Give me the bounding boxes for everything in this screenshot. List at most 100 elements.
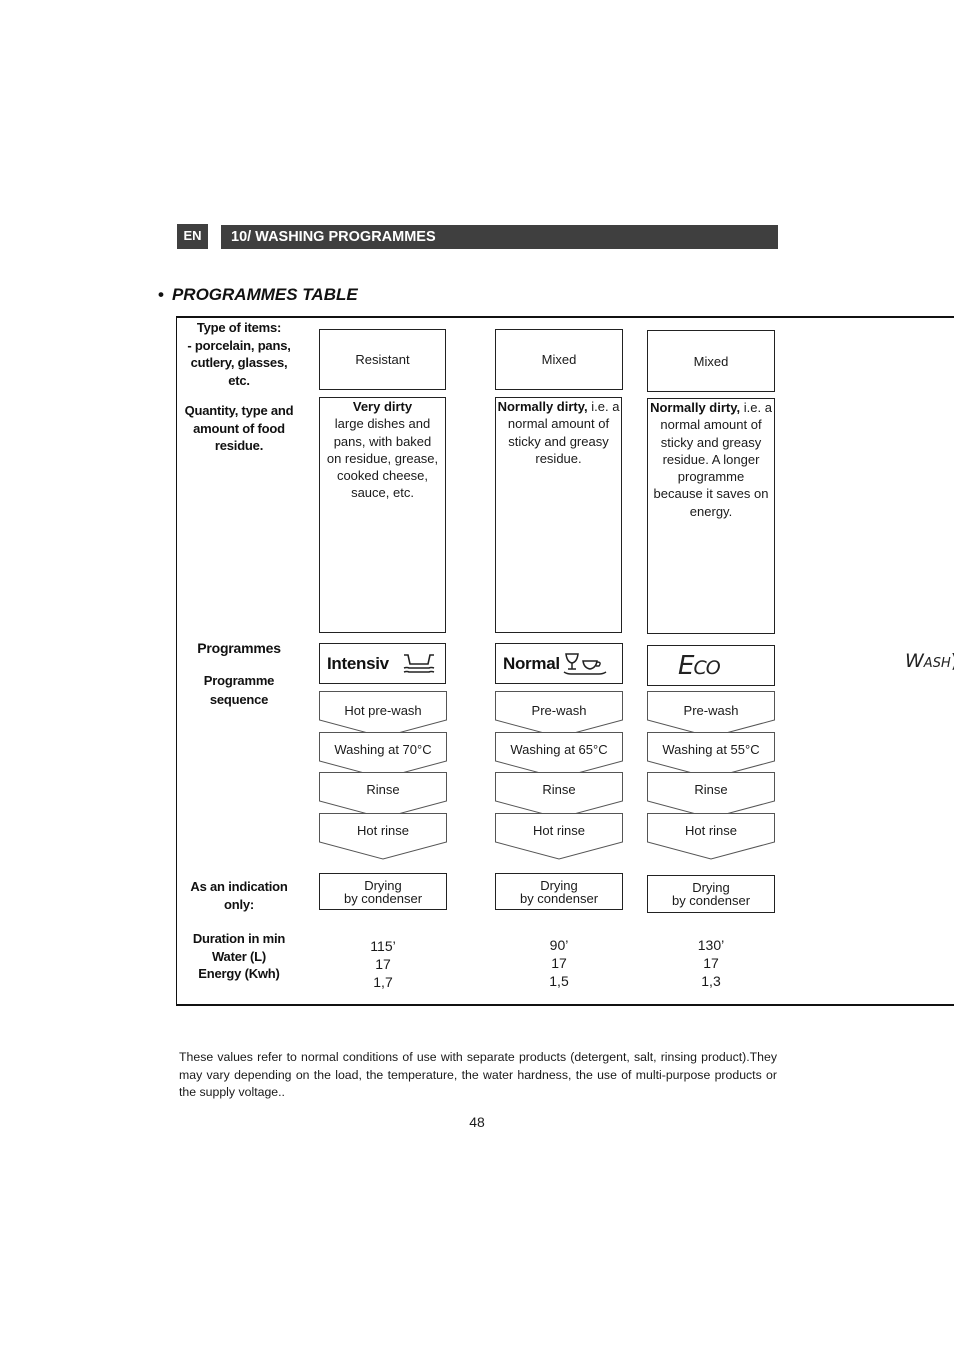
water-value: 17 xyxy=(551,955,567,971)
step-label: Washing at 65°C xyxy=(510,742,608,757)
energy-value: 1,5 xyxy=(549,973,569,989)
desc-line: sauce, etc. xyxy=(351,485,414,501)
label-line: only: xyxy=(223,896,255,912)
label-line: sequence xyxy=(209,692,269,707)
drying-line: Drying xyxy=(364,877,402,893)
water-value: 17 xyxy=(375,956,391,972)
duration-value: 130’ xyxy=(697,937,725,953)
label-quantity: Quantity, type and amount of food residu… xyxy=(176,402,302,455)
label-line: Quantity, type and xyxy=(184,403,294,418)
label-duration: Duration in min xyxy=(192,931,286,946)
table-title: • PROGRAMMES TABLE xyxy=(158,285,358,305)
desc-rest: i.e. a xyxy=(587,399,620,414)
label-metrics: Duration in min Water (L) Energy (Kwh) xyxy=(176,930,302,983)
eco-logo-small: CO xyxy=(693,656,720,679)
label-water: Water (L) xyxy=(211,948,267,964)
desc-bold: Normally dirty, xyxy=(497,399,588,414)
glass-and-cup-icon xyxy=(563,652,607,675)
energy-value: 1,3 xyxy=(701,973,721,989)
label-type-of-items: Type of items: - porcelain, pans, cutler… xyxy=(176,319,302,389)
desc-line: normal amount of xyxy=(507,416,610,432)
label-programmes: Programmes xyxy=(197,640,281,656)
desc-line: sticky and greasy xyxy=(660,434,762,450)
step-label: Hot rinse xyxy=(532,823,586,838)
wash-logo-big: W xyxy=(905,650,924,672)
type-text: Mixed xyxy=(541,352,577,367)
label-line: etc. xyxy=(228,372,250,388)
type-text: Mixed xyxy=(693,353,729,369)
desc-line: residue. xyxy=(535,450,582,466)
desc-line: large dishes and xyxy=(334,416,431,432)
step-label: Hot rinse xyxy=(684,823,738,838)
bullet: • xyxy=(158,285,164,304)
footnote: These values refer to normal conditions … xyxy=(179,1050,777,1099)
step-label: Hot rinse xyxy=(356,823,410,838)
drying-line: Drying xyxy=(540,877,578,893)
step-label: Rinse xyxy=(542,782,576,797)
sequence-step-normal: Hot rinse xyxy=(495,813,623,861)
label-line: residue. xyxy=(214,438,264,453)
label-energy: Energy (Kwh) xyxy=(198,966,280,981)
programme-name: Intensiv xyxy=(327,653,389,673)
desc-box-eco: Normally dirty, i.e. a normal amount of … xyxy=(647,398,775,634)
table-title-text: PROGRAMMES TABLE xyxy=(171,285,358,304)
page-number: 48 xyxy=(469,1114,485,1130)
duration-value: 115’ xyxy=(370,938,396,954)
desc-bold: Normally dirty, xyxy=(650,400,741,415)
label-line: amount of food xyxy=(193,420,285,436)
step-label: Washing at 55°C xyxy=(662,742,760,757)
eco-logo-big: E xyxy=(678,650,694,681)
label-indication: As an indication only: xyxy=(176,878,302,913)
label-sequence: Programme sequence xyxy=(176,671,302,709)
desc-box-normal: Normally dirty, i.e. a normal amount of … xyxy=(495,397,622,633)
desc-line: programme xyxy=(677,469,745,485)
desc-line: because it saves on xyxy=(653,486,769,502)
step-label: Pre-wash xyxy=(531,703,587,718)
label-line: - porcelain, pans, xyxy=(187,337,291,353)
eco-logo: ECO xyxy=(678,650,721,681)
desc-rest: i.e. a xyxy=(740,400,772,415)
desc-line: residue. A longer xyxy=(662,451,760,467)
wash-logo: WASH) xyxy=(905,650,954,672)
water-value: 17 xyxy=(703,955,719,971)
language-badge: EN xyxy=(177,224,208,249)
desc-line: cooked cheese, xyxy=(336,468,429,484)
label-line: Type of items: xyxy=(196,320,282,335)
type-text: Resistant xyxy=(355,352,410,367)
drying-box-eco: Drying by condenser xyxy=(647,875,775,913)
desc-line: on residue, grease, xyxy=(326,450,439,466)
type-box-eco: Mixed xyxy=(647,330,775,392)
energy-value: 1,7 xyxy=(373,974,393,990)
desc-line: sticky and greasy xyxy=(508,433,609,449)
drying-line: by condenser xyxy=(343,890,423,906)
pot-pan-icon xyxy=(403,653,435,673)
desc-line: pans, with baked xyxy=(333,433,432,449)
drying-box-intensiv: Drying by condenser xyxy=(319,873,447,910)
type-box-normal: Mixed xyxy=(495,329,623,390)
label-line: cutlery, glasses, xyxy=(190,355,288,370)
label-line: As an indication xyxy=(190,879,288,894)
step-label: Hot pre-wash xyxy=(344,703,422,718)
duration-value: 90’ xyxy=(549,937,569,953)
type-box-intensiv: Resistant xyxy=(319,329,446,390)
step-label: Pre-wash xyxy=(683,703,739,718)
desc-line: normal amount of xyxy=(660,417,762,433)
programme-name: Normal xyxy=(503,653,560,673)
programme-eco: ECO xyxy=(647,645,775,686)
desc-line: energy. xyxy=(689,503,733,519)
values-intensiv: 115’ 17 1,7 xyxy=(319,937,447,991)
values-eco: 130’ 17 1,3 xyxy=(647,936,775,990)
step-label: Washing at 70°C xyxy=(334,742,432,757)
desc-box-intensiv: Very dirty large dishes and pans, with b… xyxy=(319,397,446,633)
drying-line: by condenser xyxy=(671,893,751,908)
step-label: Rinse xyxy=(366,782,400,797)
wash-logo-small: ASH xyxy=(923,656,951,671)
values-normal: 90’ 17 1,5 xyxy=(495,936,623,990)
step-label: Rinse xyxy=(694,782,728,797)
drying-box-normal: Drying by condenser xyxy=(495,873,623,910)
label-line: Programme xyxy=(203,673,275,688)
sequence-step-intensiv: Hot rinse xyxy=(319,813,447,861)
programme-normal: Normal xyxy=(495,643,623,684)
desc-bold: Very dirty xyxy=(352,399,413,414)
drying-line: by condenser xyxy=(519,890,599,906)
